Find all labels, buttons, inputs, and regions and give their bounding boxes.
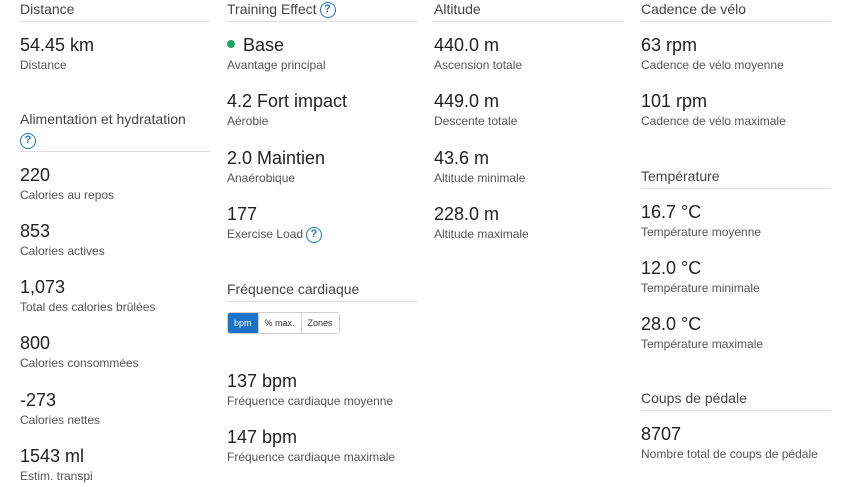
stat-label: Cadence de vélo moyenne — [641, 58, 784, 72]
stat-max-altitude: 228.0 m Altitude maximale — [434, 203, 529, 242]
section-title-cadence: Cadence de vélo — [641, 1, 831, 22]
tab-zones[interactable]: Zones — [301, 313, 339, 333]
stat-value: 2.0 Maintien — [227, 148, 326, 168]
stat-label: Calories actives — [20, 244, 105, 258]
stat-value: 147 bpm — [227, 427, 298, 447]
section-cadence: Cadence de vélo — [641, 1, 831, 22]
stat-anaerobic: 2.0 Maintien Anaérobique — [227, 147, 325, 186]
tab-bpm[interactable]: bpm — [228, 313, 259, 333]
stat-value: 43.6 m — [434, 148, 490, 168]
stat-label: Anaérobique — [227, 171, 296, 185]
stat-value: 101 rpm — [641, 91, 708, 111]
section-pedal-strokes: Coups de pédale — [641, 390, 831, 411]
stat-label: Température moyenne — [641, 225, 762, 239]
stat-total-calories: 1,073 Total des calories brûlées — [20, 276, 155, 315]
stat-total-ascent: 440.0 m Ascension totale — [434, 34, 522, 73]
section-title-strokes: Coups de pédale — [641, 390, 831, 411]
stat-min-altitude: 43.6 m Altitude minimale — [434, 147, 525, 186]
stat-label: Calories consommées — [20, 356, 139, 370]
stat-label: Estim. transpi — [20, 469, 93, 483]
stat-value: 228.0 m — [434, 204, 500, 224]
stat-aerobic: 4.2 Fort impact Aérobie — [227, 90, 347, 129]
section-title-heart: Fréquence cardiaque — [227, 281, 417, 302]
stat-value: 54.45 km — [20, 35, 95, 55]
stat-value: 440.0 m — [434, 35, 500, 55]
stat-label: Fréquence cardiaque maximale — [227, 450, 396, 464]
stat-value: Base — [227, 34, 326, 56]
stat-label: Avantage principal — [227, 58, 326, 72]
section-training-effect: Training Effect? — [227, 1, 417, 23]
stat-label: Ascension totale — [434, 58, 523, 72]
section-title-nutrition-wrapper: Alimentation et hydratation ? — [20, 111, 210, 153]
tab-percent-max[interactable]: % max. — [258, 313, 302, 333]
stat-value: -273 — [20, 390, 57, 410]
stat-value: 28.0 °C — [641, 314, 702, 334]
help-icon[interactable]: ? — [306, 227, 323, 243]
stat-label: Calories nettes — [20, 413, 101, 427]
stat-net-calories: -273 Calories nettes — [20, 389, 100, 428]
stat-value: 137 bpm — [227, 371, 298, 391]
stat-label: Aérobie — [227, 114, 269, 128]
stat-distance: 54.45 km Distance — [20, 34, 94, 73]
stat-avg-heart-rate: 137 bpm Fréquence cardiaque moyenne — [227, 370, 393, 409]
section-heart-rate: Fréquence cardiaque — [227, 281, 417, 302]
stat-total-strokes: 8707 Nombre total de coups de pédale — [641, 423, 818, 462]
section-nutrition: Alimentation et hydratation ? — [20, 111, 210, 153]
section-title-altitude: Altitude — [434, 1, 624, 22]
stat-max-heart-rate: 147 bpm Fréquence cardiaque maximale — [227, 426, 395, 465]
stat-value-text: Base — [243, 35, 285, 55]
stat-value: 1,073 — [20, 277, 66, 297]
section-title-temperature: Température — [641, 168, 831, 189]
stat-value: 853 — [20, 221, 51, 241]
section-title-training: Training Effect? — [227, 1, 417, 23]
help-icon[interactable]: ? — [319, 2, 336, 19]
stat-active-calories: 853 Calories actives — [20, 220, 105, 259]
stat-label: Nombre total de coups de pédale — [641, 447, 818, 461]
stat-value: 16.7 °C — [641, 202, 702, 222]
stat-value: 12.0 °C — [641, 258, 702, 278]
section-temperature: Température — [641, 168, 831, 189]
stat-label: Altitude minimale — [434, 171, 526, 185]
heart-rate-unit-toggle: bpm % max. Zones — [227, 312, 340, 334]
help-icon[interactable]: ? — [20, 133, 36, 149]
stat-label: Exercise Load? — [227, 227, 323, 243]
stat-avg-temperature: 16.7 °C Température moyenne — [641, 201, 761, 240]
stat-value: 449.0 m — [434, 91, 500, 111]
stat-max-cadence: 101 rpm Cadence de vélo maximale — [641, 90, 786, 129]
section-title-training-text: Training Effect — [227, 1, 317, 17]
stat-value: 1543 ml — [20, 446, 85, 466]
stat-exercise-load: 177 Exercise Load? — [227, 203, 323, 243]
stat-min-temperature: 12.0 °C Température minimale — [641, 257, 760, 296]
section-title-distance: Distance — [20, 1, 210, 22]
section-title-nutrition: Alimentation et hydratation — [20, 111, 186, 127]
stat-label: Cadence de vélo maximale — [641, 114, 786, 128]
stat-label: Descente totale — [434, 114, 518, 128]
stat-label: Température maximale — [641, 337, 764, 351]
stat-value: 4.2 Fort impact — [227, 91, 348, 111]
stat-sweat-loss: 1543 ml Estim. transpi — [20, 445, 93, 484]
stat-label: Température minimale — [641, 281, 760, 295]
stat-total-descent: 449.0 m Descente totale — [434, 90, 517, 129]
stat-avg-cadence: 63 rpm Cadence de vélo moyenne — [641, 34, 784, 73]
stat-resting-calories: 220 Calories au repos — [20, 164, 114, 203]
stat-label: Altitude maximale — [434, 227, 529, 241]
stat-label-text: Exercise Load — [227, 227, 304, 242]
stat-label: Fréquence cardiaque moyenne — [227, 394, 394, 408]
stat-value: 177 — [227, 204, 258, 224]
stat-label: Calories au repos — [20, 188, 115, 202]
stat-label: Distance — [20, 58, 67, 72]
stat-max-temperature: 28.0 °C Température maximale — [641, 313, 763, 352]
stat-value: 220 — [20, 165, 51, 185]
stat-value: 63 rpm — [641, 35, 698, 55]
stat-value: 8707 — [641, 424, 682, 444]
section-altitude: Altitude — [434, 1, 624, 22]
stat-primary-benefit: Base Avantage principal — [227, 34, 326, 73]
status-dot-icon — [227, 40, 235, 49]
stat-label: Total des calories brûlées — [20, 300, 156, 314]
stat-consumed-calories: 800 Calories consommées — [20, 332, 139, 371]
stat-value: 800 — [20, 333, 51, 353]
section-distance: Distance — [20, 1, 210, 22]
